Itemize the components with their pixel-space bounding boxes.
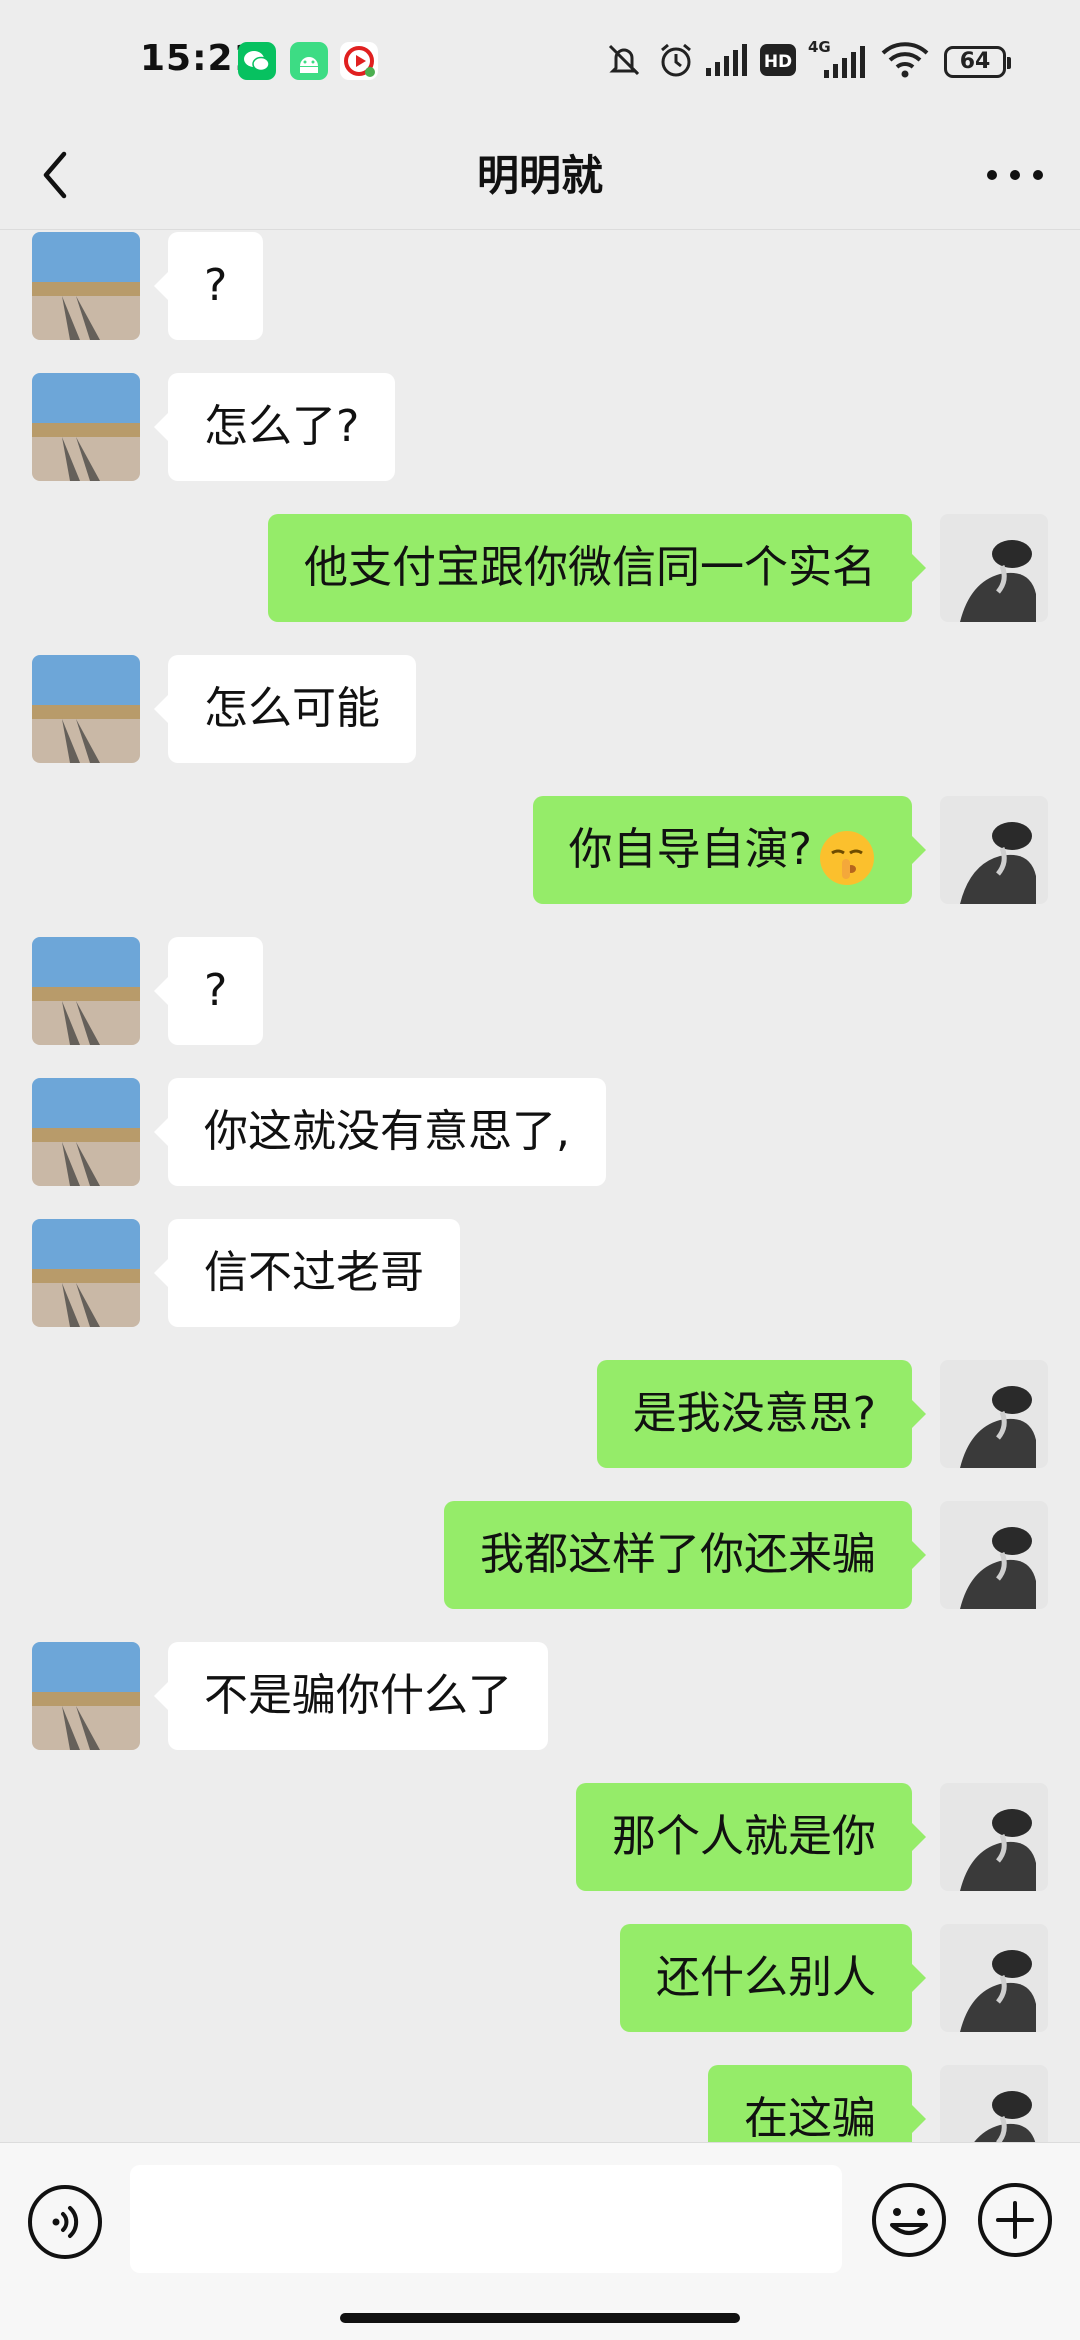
contact-avatar[interactable]	[32, 1219, 140, 1327]
message-bubble[interactable]: 是我没意思?	[596, 1360, 927, 1468]
message-bubble[interactable]: 在这骗	[708, 2065, 926, 2142]
status-bar: 15:21 HD 4G 64	[0, 0, 1080, 120]
contact-avatar[interactable]	[32, 937, 140, 1045]
contact-avatar[interactable]	[32, 373, 140, 481]
message-row-outgoing: 我都这样了你还来骗	[0, 1501, 1080, 1611]
network-type: 4G	[808, 38, 831, 56]
smiley-icon[interactable]	[870, 2181, 948, 2259]
message-bubble[interactable]: 你这就没有意思了,	[154, 1078, 606, 1186]
wechat-icon	[238, 42, 276, 80]
message-row-outgoing: 在这骗	[0, 2065, 1080, 2142]
message-row-outgoing: 还什么别人	[0, 1924, 1080, 2034]
message-text: 你自导自演?	[568, 824, 812, 875]
video-app-icon	[340, 42, 378, 80]
message-row-outgoing: 是我没意思?	[0, 1360, 1080, 1470]
chat-header: 明明就	[0, 120, 1080, 230]
user-avatar[interactable]	[940, 1501, 1048, 1609]
user-avatar[interactable]	[940, 1924, 1048, 2032]
message-input[interactable]	[130, 2165, 842, 2273]
more-dots-icon[interactable]	[980, 145, 1050, 205]
shushing-face-emoji	[818, 819, 876, 885]
message-bubble[interactable]: 信不过老哥	[154, 1219, 460, 1327]
contact-avatar[interactable]	[32, 655, 140, 763]
contact-avatar[interactable]	[32, 1642, 140, 1750]
message-row-incoming: 你这就没有意思了,	[0, 1078, 1080, 1188]
chat-title: 明明就	[476, 151, 603, 200]
message-bubble[interactable]: 他支付宝跟你微信同一个实名	[268, 514, 926, 622]
message-bubble[interactable]: 怎么了?	[153, 373, 396, 481]
hd-icon: HD	[760, 44, 796, 80]
message-bubble[interactable]: 那个人就是你	[576, 1783, 926, 1891]
message-row-incoming: ?	[0, 937, 1080, 1047]
message-row-outgoing: 那个人就是你	[0, 1783, 1080, 1893]
hd-badge-text: HD	[764, 52, 792, 72]
battery-icon: 64	[944, 46, 1011, 78]
user-avatar[interactable]	[940, 796, 1048, 904]
message-list[interactable]: ? 怎么了? 他支付宝跟你微信同一个实名 怎么可能 你自导自演? ? 你这就没有…	[0, 230, 1080, 2142]
message-row-incoming: 怎么可能	[0, 655, 1080, 765]
message-bubble[interactable]: 我都这样了你还来骗	[444, 1501, 926, 1609]
contact-avatar[interactable]	[32, 232, 140, 340]
user-avatar[interactable]	[940, 514, 1048, 622]
message-row-outgoing: 你自导自演?	[0, 796, 1080, 906]
home-indicator[interactable]	[340, 2313, 740, 2323]
contact-avatar[interactable]	[32, 1078, 140, 1186]
message-row-incoming: 信不过老哥	[0, 1219, 1080, 1329]
user-avatar[interactable]	[940, 1360, 1048, 1468]
message-row-outgoing: 他支付宝跟你微信同一个实名	[0, 514, 1080, 624]
message-bubble[interactable]: ?	[153, 937, 264, 1045]
message-bubble[interactable]: 不是骗你什么了	[154, 1642, 548, 1750]
message-bubble[interactable]: 你自导自演?	[532, 796, 927, 904]
input-bar	[0, 2142, 1080, 2340]
user-avatar[interactable]	[940, 1783, 1048, 1891]
user-avatar[interactable]	[940, 2065, 1048, 2142]
message-bubble[interactable]: 怎么可能	[154, 655, 416, 763]
voice-mode-icon[interactable]	[26, 2183, 104, 2261]
plus-circle-icon[interactable]	[976, 2181, 1054, 2259]
message-row-incoming: ?	[0, 232, 1080, 342]
message-row-incoming: 不是骗你什么了	[0, 1642, 1080, 1752]
signal-4g-icon: 4G	[806, 36, 866, 86]
alarm-icon	[656, 40, 696, 84]
signal-icon	[704, 40, 750, 84]
message-bubble[interactable]: ?	[153, 232, 264, 340]
message-bubble[interactable]: 还什么别人	[620, 1924, 926, 2032]
android-app-icon	[290, 42, 328, 80]
wifi-icon	[880, 40, 930, 84]
message-row-incoming: 怎么了?	[0, 373, 1080, 483]
mute-icon	[604, 40, 644, 84]
